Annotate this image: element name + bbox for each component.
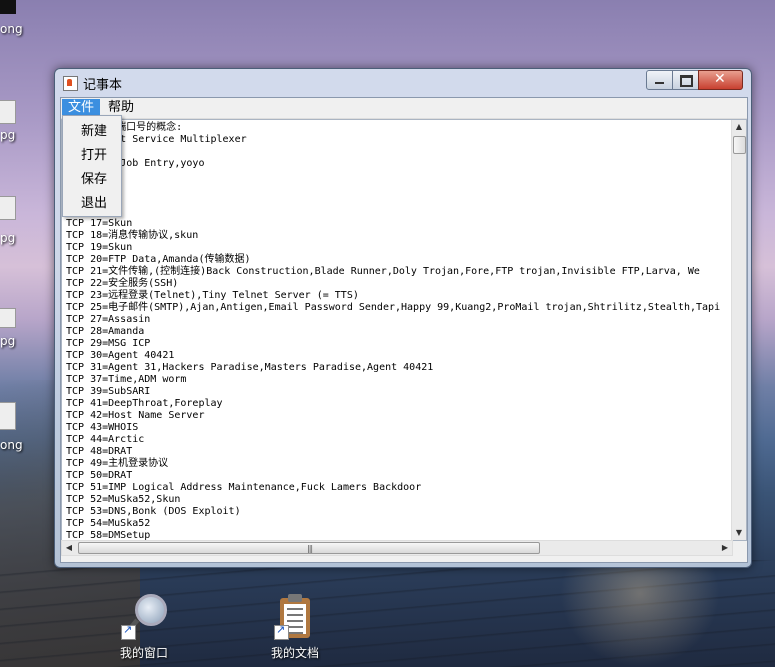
desktop-label-1[interactable]: ong	[0, 22, 23, 36]
file-menu-dropdown: 新建 打开 保存 退出	[62, 115, 122, 217]
text-line: TCP 21=文件传输,(控制连接)Back Construction,Blad…	[66, 266, 700, 277]
text-line: TCP 39=SubSARI	[66, 386, 151, 397]
text-line: TCP	[66, 170, 720, 182]
text-line: TCP 17=Skun	[66, 218, 133, 229]
close-button[interactable]: ✕	[698, 70, 743, 90]
text-line: TCP 27=Assasin	[66, 314, 151, 325]
scroll-left-icon[interactable]: ◀	[62, 541, 76, 555]
text-line: TCP 44=Arctic	[66, 434, 145, 445]
desktop-icon-1[interactable]	[0, 0, 16, 14]
grip-icon: |||	[307, 544, 313, 553]
menu-item-open[interactable]: 打开	[63, 144, 121, 168]
magnifier-icon	[121, 594, 167, 640]
text-line: TCP 18=消息传输协议,skun	[66, 230, 199, 241]
text-line: TCP 22=安全服务(SSH)	[66, 278, 179, 289]
desktop-icon-4[interactable]	[0, 308, 16, 328]
scroll-up-icon[interactable]: ▲	[732, 120, 746, 134]
title-bar[interactable]: 记事本 ✕	[55, 69, 751, 95]
maximize-icon	[680, 75, 693, 87]
text-line: TCP 43=WHOIS	[66, 422, 139, 433]
text-line: TCP 48=DRAT	[66, 446, 133, 457]
vertical-scroll-thumb[interactable]	[733, 136, 746, 154]
text-line: TCP 28=Amanda	[66, 326, 145, 337]
text-line: TCP 25=电子邮件(SMTP),Ajan,Antigen,Email Pas…	[66, 302, 721, 313]
notepad-window: 记事本 ✕ 文件 帮助 TCP 保留端口号的概念: TCP Port Servic…	[54, 68, 752, 568]
horizontal-scrollbar[interactable]: ◀ ||| ▶	[61, 540, 733, 556]
text-line: TCP 23=远程登录(Telnet),Tiny Telnet Server (…	[66, 290, 359, 301]
desktop-label-2[interactable]: pg	[0, 128, 15, 142]
desktop-label-5[interactable]: ong	[0, 438, 23, 452]
text-line: TCP 31=Agent 31,Hackers Paradise,Masters…	[66, 362, 434, 373]
close-icon: ✕	[714, 71, 726, 87]
text-line: TCP ber	[66, 194, 720, 206]
shortcut-label: 我的窗口	[119, 646, 168, 660]
window-title: 记事本	[83, 78, 123, 93]
desktop-label-3[interactable]: pg	[0, 231, 15, 245]
shortcut-my-documents[interactable]: 我的文档	[255, 594, 335, 661]
text-line: TCP 29=MSG ICP	[66, 338, 151, 349]
text-area[interactable]: TCP 保留端口号的概念: TCP Port Service Multiplexe…	[61, 119, 747, 541]
text-line: TCP Port Service Multiplexer	[66, 134, 247, 145]
scroll-down-icon[interactable]: ▼	[732, 526, 746, 540]
clipboard-icon	[274, 594, 316, 640]
vertical-scrollbar[interactable]: ▲ ▼	[731, 120, 746, 540]
minimize-icon	[655, 82, 664, 84]
scroll-right-icon[interactable]: ▶	[718, 541, 732, 555]
text-line: TCP 保留端口号的概念:	[66, 122, 183, 133]
text-line: TCP 53=DNS,Bonk (DOS Exploit)	[66, 506, 241, 517]
text-line: TCP 30=Agent 40421	[66, 350, 175, 361]
horizontal-scroll-thumb[interactable]: |||	[78, 542, 540, 554]
text-line: TCP 49=主机登录协议	[66, 458, 169, 469]
text-line: TCP 50=DRAT	[66, 470, 133, 481]
text-line: TCP n	[66, 206, 720, 218]
window-client: 文件 帮助 TCP 保留端口号的概念: TCP Port Service Mult…	[60, 97, 748, 563]
java-app-icon	[63, 76, 78, 91]
desktop-icon-2[interactable]	[0, 100, 16, 124]
text-line: TCP n	[66, 182, 720, 194]
maximize-button[interactable]	[672, 70, 699, 90]
text-line: TCP 20=FTP Data,Amanda(传输数据)	[66, 254, 251, 265]
text-line: TCP 41=DeepThroat,Foreplay	[66, 398, 223, 409]
shortcut-my-window[interactable]: 我的窗口	[104, 594, 184, 661]
menu-item-save[interactable]: 保存	[63, 168, 121, 192]
desktop-icon-5[interactable]	[0, 402, 16, 430]
menu-item-new[interactable]: 新建	[63, 120, 121, 144]
text-line: TCP 52=MuSka52,Skun	[66, 494, 181, 505]
text-line: TCP 42=Host Name Server	[66, 410, 205, 421]
menu-bar: 文件 帮助	[61, 98, 747, 119]
minimize-button[interactable]	[646, 70, 673, 90]
desktop-label-4[interactable]: pg	[0, 334, 15, 348]
text-content[interactable]: TCP 保留端口号的概念: TCP Port Service Multiplexe…	[66, 122, 721, 540]
shortcut-label: 我的文档	[270, 646, 319, 660]
text-line: TCP te Job Entry,yoyo	[66, 158, 205, 169]
shortcut-arrow-icon	[121, 623, 136, 640]
text-line: TCP 54=MuSka52	[66, 518, 151, 529]
text-line: TCP 51=IMP Logical Address Maintenance,F…	[66, 482, 422, 493]
desktop-icon-3[interactable]	[0, 196, 16, 220]
text-line: TCP 19=Skun	[66, 242, 133, 253]
shortcut-arrow-icon	[274, 623, 289, 640]
text-line: TCP 37=Time,ADM worm	[66, 374, 187, 385]
text-line: TCP h	[66, 146, 720, 158]
menu-item-exit[interactable]: 退出	[63, 192, 121, 216]
